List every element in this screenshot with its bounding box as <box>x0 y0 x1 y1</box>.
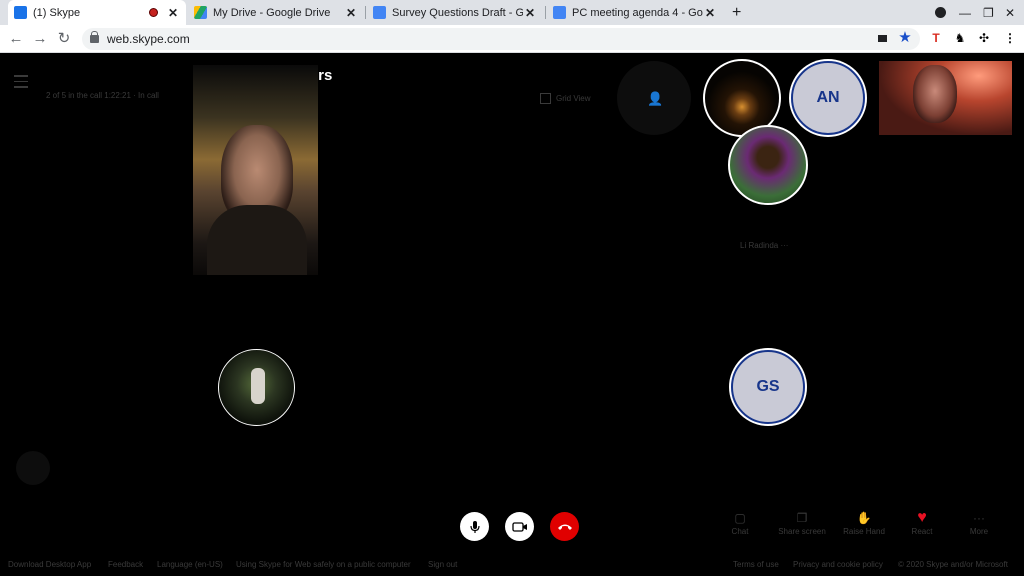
chat-icon: ▢ <box>734 511 746 525</box>
docs-favicon-icon <box>553 6 566 19</box>
close-tab-icon[interactable]: ✕ <box>166 6 180 20</box>
participant-initials: AN <box>816 89 840 106</box>
recording-indicator-icon <box>149 8 158 17</box>
camera-in-use-icon[interactable] <box>874 30 890 46</box>
participant-video-shoulders <box>207 205 307 275</box>
grid-view-button[interactable]: Grid View <box>540 93 591 104</box>
browser-tab-bar: (1) Skype ✕ My Drive - Google Drive ✕ Su… <box>0 0 1024 25</box>
footer-privacy-link[interactable]: Privacy and cookie policy <box>793 560 883 569</box>
new-tab-button[interactable]: + <box>732 0 748 25</box>
drive-favicon-icon <box>194 6 207 19</box>
grid-view-label: Grid View <box>556 94 591 103</box>
extension-puppet-icon[interactable]: ♞ <box>952 30 968 46</box>
tab-title: My Drive - Google Drive <box>213 6 331 19</box>
footer-feedback-link[interactable]: Feedback <box>108 560 143 569</box>
docs-favicon-icon <box>373 6 386 19</box>
mic-icon <box>469 520 480 533</box>
hangup-icon <box>557 524 572 530</box>
raise-hand-label: Raise Hand <box>843 527 885 536</box>
more-icon: ··· <box>973 511 985 525</box>
grid-view-icon <box>540 93 551 104</box>
self-video-preview[interactable] <box>879 61 1012 135</box>
reload-icon[interactable]: ↻ <box>54 29 74 49</box>
share-screen-label: Share screen <box>778 527 826 536</box>
bookmark-star-icon[interactable]: ★ <box>897 30 913 46</box>
share-screen-icon: ❐ <box>796 511 808 525</box>
browser-toolbar: ← → ↻ web.skype.com ★ T ♞ ✣ ⋮ <box>0 25 1024 53</box>
participant-avatar-outdoor[interactable] <box>218 349 295 426</box>
close-tab-icon[interactable]: ✕ <box>523 6 537 20</box>
minimize-icon[interactable]: — <box>959 0 971 25</box>
close-tab-icon[interactable]: ✕ <box>344 6 358 20</box>
video-button[interactable] <box>505 512 534 541</box>
hand-icon: ✋ <box>856 511 872 525</box>
extension-todo-icon[interactable]: T <box>928 30 944 46</box>
footer-signout-link[interactable]: Sign out <box>428 560 457 569</box>
tab-separator <box>545 6 546 19</box>
back-icon[interactable]: ← <box>6 29 26 49</box>
add-person-icon: 👤 <box>647 91 664 106</box>
close-window-icon[interactable]: ✕ <box>1005 0 1015 25</box>
chat-button[interactable]: ▢ Chat <box>710 509 770 536</box>
participant-avatar-figure <box>251 368 265 404</box>
tab-title: PC meeting agenda 4 - Google D <box>572 6 703 19</box>
add-participant-button[interactable]: 👤 <box>617 61 691 135</box>
extensions-puzzle-icon[interactable]: ✣ <box>976 30 992 46</box>
participant-initials: GS <box>756 378 780 395</box>
self-video-figure <box>913 65 957 123</box>
address-bar[interactable]: web.skype.com <box>82 28 920 50</box>
footer-safety-link[interactable]: Using Skype for Web safely on a public c… <box>236 560 411 569</box>
chat-launcher-icon[interactable] <box>16 451 50 485</box>
participant-avatar-an[interactable]: AN <box>791 61 865 135</box>
participant-avatar-li-radinda[interactable] <box>728 125 808 205</box>
skype-favicon-icon <box>14 6 27 19</box>
tab-skype[interactable]: (1) Skype ✕ <box>8 0 186 25</box>
mic-button[interactable] <box>460 512 489 541</box>
react-button[interactable]: ♥ React <box>892 509 952 536</box>
tab-separator <box>365 6 366 19</box>
tab-survey-doc[interactable]: Survey Questions Draft - Google D ✕ <box>367 0 543 25</box>
footer-copyright: © 2020 Skype and/or Microsoft <box>898 560 1008 569</box>
more-label: More <box>969 527 989 536</box>
close-tab-icon[interactable]: ✕ <box>703 6 717 20</box>
hamburger-menu-icon[interactable] <box>14 75 28 88</box>
restore-icon[interactable]: ❐ <box>983 0 994 25</box>
raise-hand-button[interactable]: ✋ Raise Hand <box>834 509 894 536</box>
react-label: React <box>911 527 933 536</box>
tab-agenda-doc[interactable]: PC meeting agenda 4 - Google D ✕ <box>547 0 723 25</box>
call-subtitle: 2 of 5 in the call 1:22:21 · In call <box>46 91 159 100</box>
hangup-button[interactable] <box>550 512 579 541</box>
footer-terms-link[interactable]: Terms of use <box>733 560 779 569</box>
participant-caption: Li Radinda ··· <box>740 241 789 250</box>
forward-icon[interactable]: → <box>30 29 50 49</box>
more-button[interactable]: ··· More <box>949 509 1009 536</box>
lock-icon <box>90 31 99 43</box>
tab-search-icon[interactable] <box>935 0 946 25</box>
chat-label: Chat <box>731 527 749 536</box>
share-screen-button[interactable]: ❐ Share screen <box>772 509 832 536</box>
url-text: web.skype.com <box>107 32 190 46</box>
tab-title: Survey Questions Draft - Google D <box>392 6 523 19</box>
footer-download-link[interactable]: Download Desktop App <box>8 560 91 569</box>
participant-avatar-gs[interactable]: GS <box>731 350 805 424</box>
video-icon <box>511 521 527 532</box>
browser-menu-icon[interactable]: ⋮ <box>1002 30 1018 46</box>
heart-icon: ♥ <box>917 509 927 526</box>
tab-title: (1) Skype <box>33 6 81 19</box>
call-stage: 4 others 2 of 5 in the call 1:22:21 · In… <box>0 53 1024 576</box>
footer-language-link[interactable]: Language (en-US) <box>157 560 223 569</box>
tab-drive[interactable]: My Drive - Google Drive ✕ <box>188 0 364 25</box>
participant-video-tile[interactable] <box>193 65 318 275</box>
